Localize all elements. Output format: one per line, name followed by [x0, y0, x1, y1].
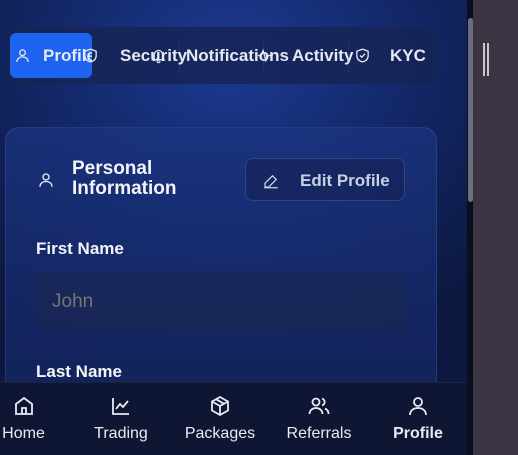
profile-tabs: Profile Security Notifications Activity — [6, 27, 436, 84]
tab-notifications[interactable]: Notifications — [150, 33, 289, 78]
nav-label: Profile — [393, 425, 443, 442]
chart-icon — [109, 394, 133, 418]
tab-label: KYC — [390, 46, 426, 65]
user-icon — [406, 394, 430, 418]
profile-page: Profile Security Notifications Activity — [0, 0, 467, 455]
last-name-label: Last Name — [36, 362, 122, 381]
bottom-navigation: Home Trading Packages Referrals Profile — [0, 382, 467, 455]
nav-trading[interactable]: Trading — [86, 383, 156, 455]
resize-handle[interactable] — [483, 43, 485, 76]
shield-check-icon — [354, 47, 371, 69]
first-name-label: First Name — [36, 239, 124, 258]
side-panel — [473, 0, 518, 455]
tab-label: Activity — [292, 46, 354, 65]
activity-icon — [256, 47, 273, 69]
nav-label: Packages — [184, 425, 256, 442]
resize-handle[interactable] — [487, 43, 489, 76]
nav-label: Trading — [94, 425, 148, 442]
pencil-icon — [262, 172, 280, 195]
tab-profile[interactable]: Profile — [10, 33, 92, 78]
user-icon — [37, 171, 55, 189]
shield-icon — [82, 47, 99, 69]
bell-icon — [150, 47, 167, 69]
section-title: Personal Information — [72, 158, 177, 199]
package-icon — [208, 394, 232, 418]
nav-home[interactable]: Home — [0, 383, 47, 455]
tab-activity[interactable]: Activity — [256, 33, 356, 78]
nav-packages[interactable]: Packages — [181, 383, 259, 455]
edit-profile-button[interactable]: Edit Profile — [245, 158, 405, 201]
edit-profile-label: Edit Profile — [300, 171, 390, 190]
tab-divider — [348, 39, 349, 73]
nav-profile[interactable]: Profile — [389, 383, 447, 455]
users-icon — [307, 394, 331, 418]
user-icon — [14, 47, 31, 69]
tab-kyc[interactable]: KYC — [352, 33, 436, 78]
nav-referrals[interactable]: Referrals — [281, 383, 357, 455]
first-name-field[interactable] — [36, 272, 405, 331]
nav-label: Referrals — [286, 425, 352, 442]
home-icon — [12, 394, 36, 418]
nav-label: Home — [2, 425, 45, 442]
